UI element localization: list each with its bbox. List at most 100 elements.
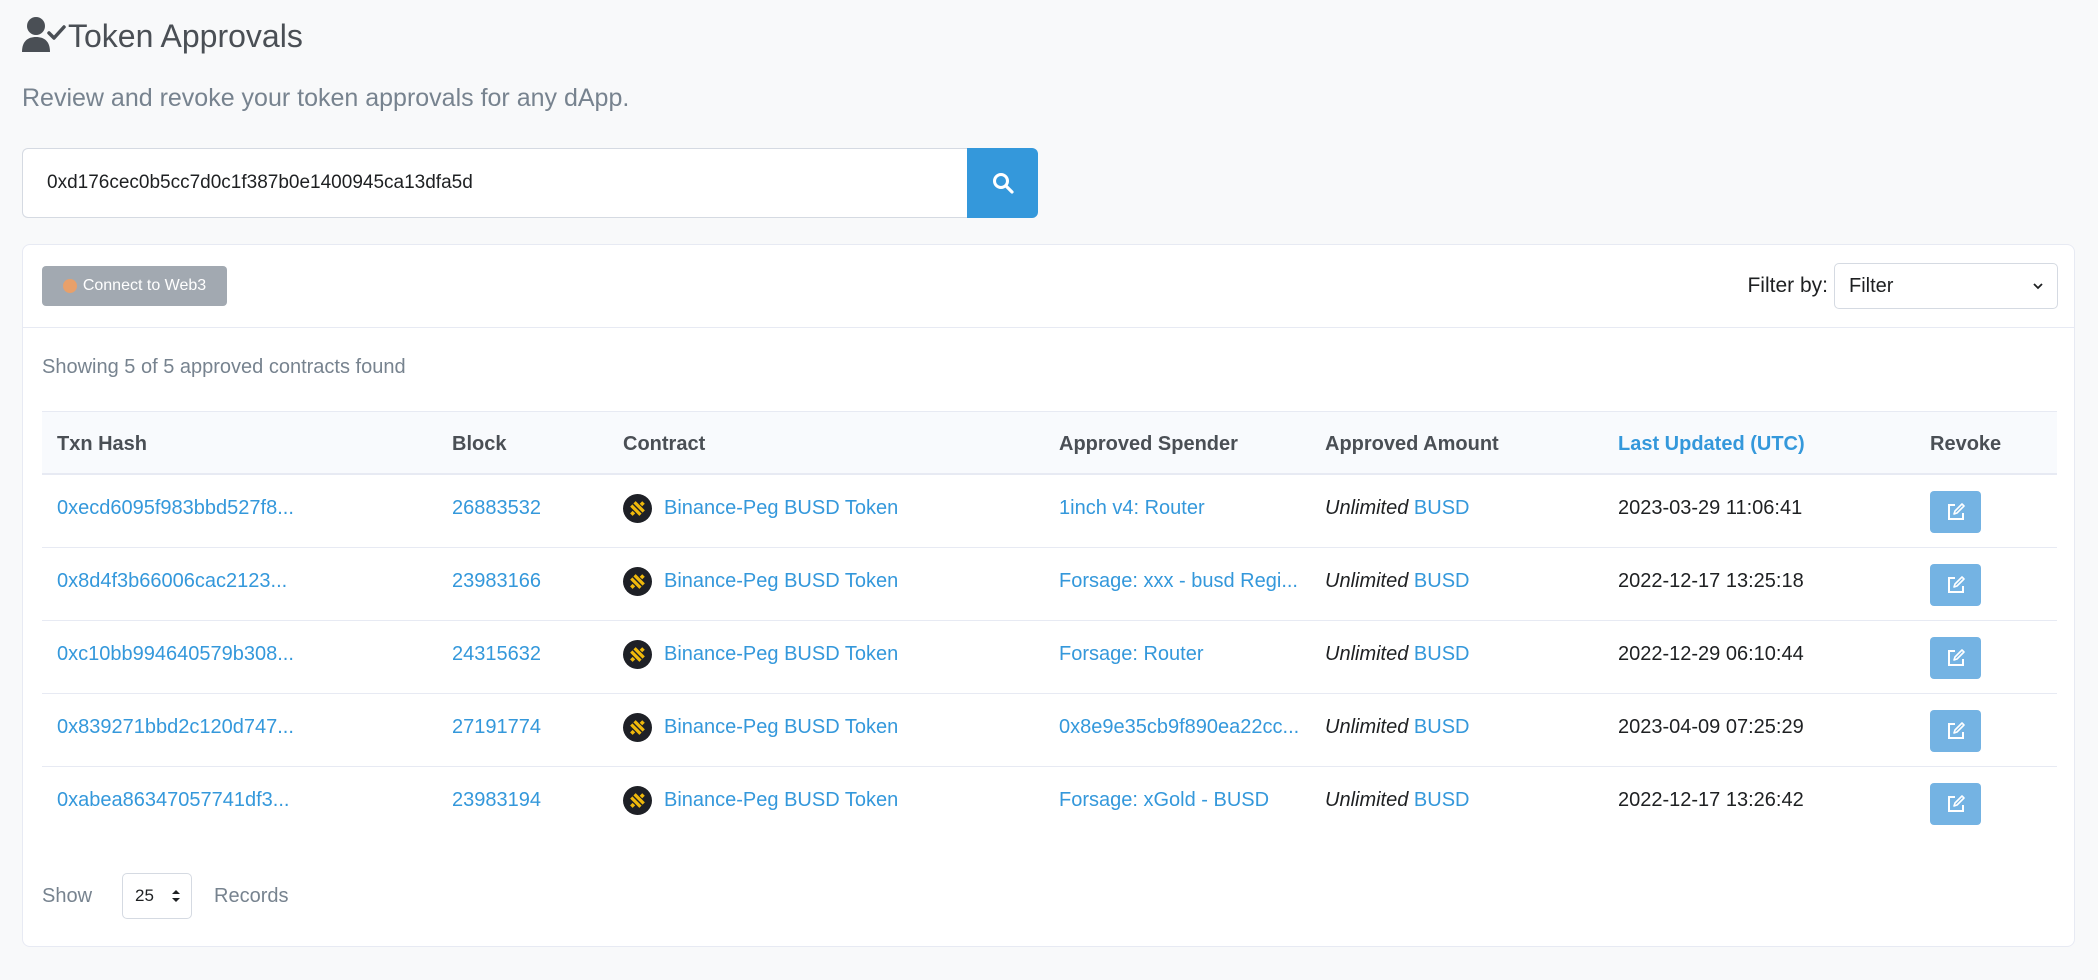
revoke-button[interactable] — [1930, 710, 1981, 752]
approved-amount-cell: Unlimited BUSD — [1325, 570, 1595, 593]
contract-cell: Binance-Peg BUSD Token — [623, 713, 1043, 742]
token-symbol-link[interactable]: BUSD — [1414, 570, 1470, 592]
approvals-table: Txn Hash Block Contract Approved Spender… — [42, 411, 2057, 840]
edit-icon — [1947, 722, 1965, 739]
card-header: Connect to Web3 Filter by: Filter — [23, 245, 2074, 328]
block-link[interactable]: 23983166 — [452, 570, 602, 593]
contract-link[interactable]: Binance-Peg BUSD Token — [664, 789, 898, 812]
revoke-button[interactable] — [1930, 564, 1981, 606]
txn-hash-link[interactable]: 0xabea86347057741df3... — [57, 789, 427, 812]
chevron-down-icon — [2033, 283, 2043, 290]
approved-amount-value: Unlimited — [1325, 570, 1409, 592]
approved-amount-value: Unlimited — [1325, 497, 1409, 519]
column-header-approved-amount: Approved Amount — [1325, 433, 1499, 455]
token-symbol-link[interactable]: BUSD — [1414, 643, 1470, 665]
block-link[interactable]: 24315632 — [452, 643, 602, 666]
busd-token-icon — [623, 494, 652, 523]
token-approvals-page: Token Approvals Review and revoke your t… — [0, 0, 2098, 980]
token-symbol-link[interactable]: BUSD — [1414, 716, 1470, 738]
table-row: 0xabea86347057741df3... 23983194 Binance… — [42, 767, 2057, 840]
edit-icon — [1947, 503, 1965, 520]
token-symbol-link[interactable]: BUSD — [1414, 497, 1470, 519]
page-size-select[interactable]: 25 — [122, 873, 193, 919]
txn-hash-link[interactable]: 0xc10bb994640579b308... — [57, 643, 427, 666]
search-button[interactable] — [967, 148, 1038, 218]
busd-token-icon — [623, 713, 652, 742]
address-search — [22, 148, 1038, 218]
txn-hash-link[interactable]: 0xecd6095f983bbd527f8... — [57, 497, 427, 520]
approved-amount-value: Unlimited — [1325, 643, 1409, 665]
contract-cell: Binance-Peg BUSD Token — [623, 567, 1043, 596]
approved-amount-cell: Unlimited BUSD — [1325, 643, 1595, 666]
edit-icon — [1947, 649, 1965, 666]
filter-control: Filter by: Filter — [1747, 263, 2058, 309]
contract-link[interactable]: Binance-Peg BUSD Token — [664, 497, 898, 520]
last-updated-value: 2023-04-09 07:25:29 — [1618, 716, 1804, 738]
contract-link[interactable]: Binance-Peg BUSD Token — [664, 643, 898, 666]
last-updated-value: 2023-03-29 11:06:41 — [1618, 497, 1803, 519]
contract-cell: Binance-Peg BUSD Token — [623, 786, 1043, 815]
revoke-button[interactable] — [1930, 491, 1981, 533]
approved-amount-cell: Unlimited BUSD — [1325, 716, 1595, 739]
table-row: 0xc10bb994640579b308... 24315632 Binance… — [42, 621, 2057, 694]
web3-status-icon — [62, 279, 77, 293]
revoke-button[interactable] — [1930, 637, 1981, 679]
table-body: 0xecd6095f983bbd527f8... 26883532 Binanc… — [42, 475, 2057, 840]
spender-link[interactable]: 0x8e9e35cb9f890ea22cc... — [1059, 716, 1314, 739]
records-label: Records — [214, 884, 289, 907]
connect-web3-button[interactable]: Connect to Web3 — [42, 266, 227, 306]
column-header-contract: Contract — [623, 433, 706, 455]
block-link[interactable]: 23983194 — [452, 789, 602, 812]
column-header-revoke: Revoke — [1930, 433, 2002, 455]
results-summary: Showing 5 of 5 approved contracts found — [42, 356, 406, 378]
edit-icon — [1947, 795, 1965, 812]
approvals-card: Connect to Web3 Filter by: Filter Showin… — [22, 244, 2075, 947]
filter-label: Filter by: — [1747, 274, 1828, 297]
page-size-value: 25 — [135, 886, 154, 905]
token-symbol-link[interactable]: BUSD — [1414, 789, 1470, 811]
revoke-button[interactable] — [1930, 783, 1981, 825]
spender-link[interactable]: 1inch v4: Router — [1059, 497, 1314, 520]
search-icon — [992, 173, 1014, 194]
txn-hash-link[interactable]: 0x839271bbd2c120d747... — [57, 716, 427, 739]
column-header-block: Block — [452, 433, 507, 455]
contract-link[interactable]: Binance-Peg BUSD Token — [664, 716, 898, 739]
last-updated-value: 2022-12-17 13:26:42 — [1618, 789, 1804, 811]
contract-link[interactable]: Binance-Peg BUSD Token — [664, 570, 898, 593]
page-header: Token Approvals — [22, 16, 303, 56]
contract-cell: Binance-Peg BUSD Token — [623, 494, 1043, 523]
edit-icon — [1947, 576, 1965, 593]
last-updated-value: 2022-12-29 06:10:44 — [1618, 643, 1804, 665]
spender-link[interactable]: Forsage: xxx - busd Regi... — [1059, 570, 1314, 593]
column-header-last-updated[interactable]: Last Updated (UTC) — [1618, 433, 1805, 456]
table-row: 0xecd6095f983bbd527f8... 26883532 Binanc… — [42, 475, 2057, 548]
sort-updown-icon — [172, 890, 181, 902]
table-header: Txn Hash Block Contract Approved Spender… — [42, 411, 2057, 475]
approved-amount-cell: Unlimited BUSD — [1325, 789, 1595, 812]
busd-token-icon — [623, 786, 652, 815]
table-row: 0x8d4f3b66006cac2123... 23983166 Binance… — [42, 548, 2057, 621]
column-header-txn-hash: Txn Hash — [57, 433, 148, 455]
txn-hash-link[interactable]: 0x8d4f3b66006cac2123... — [57, 570, 427, 593]
contract-cell: Binance-Peg BUSD Token — [623, 640, 1043, 669]
filter-value: Filter — [1849, 274, 1894, 297]
user-check-icon — [22, 16, 66, 56]
address-search-input[interactable] — [22, 148, 967, 218]
spender-link[interactable]: Forsage: xGold - BUSD — [1059, 789, 1314, 812]
page-subtitle: Review and revoke your token approvals f… — [22, 84, 630, 112]
block-link[interactable]: 27191774 — [452, 716, 602, 739]
approved-amount-value: Unlimited — [1325, 789, 1409, 811]
page-title: Token Approvals — [68, 17, 303, 54]
spender-link[interactable]: Forsage: Router — [1059, 643, 1314, 666]
block-link[interactable]: 26883532 — [452, 497, 602, 520]
pagination-footer: Show 25 Records — [42, 873, 289, 919]
busd-token-icon — [623, 567, 652, 596]
filter-select[interactable]: Filter — [1834, 263, 2058, 309]
connect-web3-label: Connect to Web3 — [82, 277, 207, 294]
approved-amount-cell: Unlimited BUSD — [1325, 497, 1595, 520]
last-updated-value: 2022-12-17 13:25:18 — [1618, 570, 1804, 592]
table-row: 0x839271bbd2c120d747... 27191774 Binance… — [42, 694, 2057, 767]
show-label: Show — [42, 884, 93, 907]
column-header-approved-spender: Approved Spender — [1059, 433, 1238, 455]
busd-token-icon — [623, 640, 652, 669]
